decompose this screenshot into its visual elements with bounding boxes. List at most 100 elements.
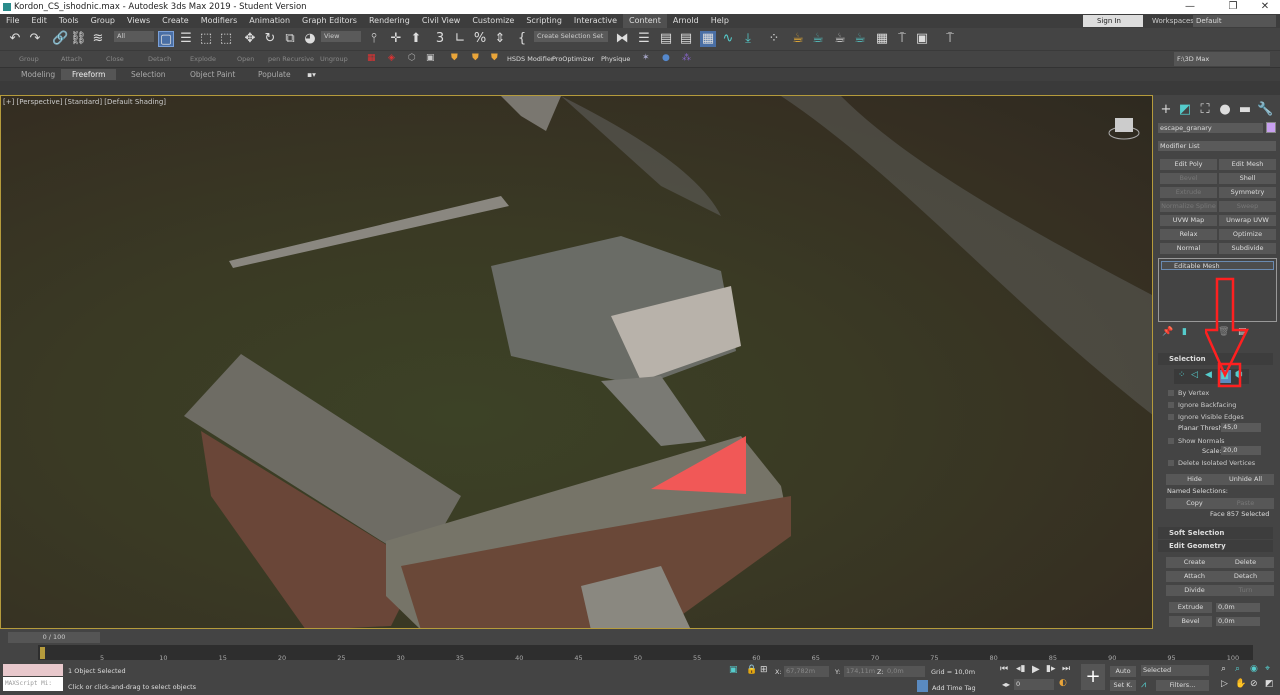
isolate-selection-icon[interactable]: ▣ <box>729 665 738 675</box>
close-button[interactable]: ✕ <box>1250 0 1280 14</box>
sign-in-dropdown[interactable]: Sign In <box>1083 15 1143 27</box>
modifier-button-relax[interactable]: Relax <box>1160 229 1217 240</box>
zoom-all-icon[interactable]: ⌕ <box>1235 664 1240 674</box>
modifier-button-shell[interactable]: Shell <box>1219 173 1276 184</box>
object-color-swatch[interactable] <box>1266 122 1276 133</box>
create-button[interactable]: Create <box>1166 557 1223 568</box>
perspective-viewport[interactable] <box>0 95 1153 629</box>
percent-snap-icon[interactable]: % <box>472 31 488 47</box>
create-tab-icon[interactable]: + <box>1158 102 1174 118</box>
ungroup-button[interactable]: Ungroup <box>320 55 348 63</box>
menu-help[interactable]: Help <box>705 14 735 28</box>
plugin-icon[interactable]: ▣ <box>426 53 435 63</box>
maximize-button[interactable]: ❐ <box>1218 0 1248 14</box>
a360-icon[interactable]: ⍑ <box>942 31 958 47</box>
menu-animation[interactable]: Animation <box>243 14 296 28</box>
menu-customize[interactable]: Customize <box>466 14 520 28</box>
align-icon[interactable]: ☰ <box>636 31 652 47</box>
menu-interactive[interactable]: Interactive <box>568 14 623 28</box>
zoom-extents-icon[interactable]: ◉ <box>1250 664 1258 674</box>
previous-frame-icon[interactable]: ◂▮ <box>1016 664 1025 674</box>
current-frame-field[interactable]: 0 <box>1014 679 1054 690</box>
maxscript-listener[interactable] <box>3 664 63 676</box>
plugin-icon[interactable]: ✶ <box>642 53 650 63</box>
turn-button[interactable]: Turn <box>1217 585 1274 596</box>
menu-views[interactable]: Views <box>121 14 156 28</box>
display-tab-icon[interactable]: ▬ <box>1237 102 1253 118</box>
bind-space-warp-icon[interactable]: ≋ <box>90 31 106 47</box>
delete-isolated-vertices-checkbox[interactable]: Delete Isolated Vertices <box>1168 459 1255 467</box>
menu-tools[interactable]: Tools <box>53 14 85 28</box>
plugin-icon[interactable]: ◈ <box>388 53 395 63</box>
scene-explorer-icon[interactable]: ▤ <box>658 31 674 47</box>
stack-item-editable-mesh[interactable]: Editable Mesh <box>1161 261 1274 270</box>
time-slider-handle[interactable] <box>40 647 45 659</box>
modifier-button-extrude[interactable]: Extrude <box>1160 187 1217 198</box>
normal-scale-spinner[interactable]: 20,0 <box>1221 446 1261 455</box>
modifier-button-symmetry[interactable]: Symmetry <box>1219 187 1276 198</box>
spinner-snap-icon[interactable]: ⇕ <box>492 31 508 47</box>
modifier-button-edit-mesh[interactable]: Edit Mesh <box>1219 159 1276 170</box>
render-frame-icon[interactable]: ☕ <box>832 31 848 47</box>
rotate-icon[interactable]: ↻ <box>262 31 278 47</box>
unhide-all-button[interactable]: Unhide All <box>1217 474 1274 485</box>
edit-geometry-rollout-header[interactable]: Edit Geometry <box>1158 540 1273 552</box>
modifier-button-unwrap-uvw[interactable]: Unwrap UVW <box>1219 215 1276 226</box>
named-selection-set-dropdown[interactable]: Create Selection Set <box>534 31 608 42</box>
hsds-modifier-button[interactable]: HSDS Modifier <box>507 55 554 63</box>
field-of-view-icon[interactable]: ▷ <box>1221 679 1228 689</box>
extrude-spinner[interactable]: 0,0m <box>1216 603 1260 612</box>
render-setup-icon[interactable]: ☕ <box>810 31 826 47</box>
viewcube[interactable] <box>1108 118 1140 140</box>
teapot-icon[interactable]: ⛊ <box>472 53 479 63</box>
time-configuration-icon[interactable]: ◐ <box>1059 678 1067 688</box>
modifier-button-optimize[interactable]: Optimize <box>1219 229 1276 240</box>
globe-icon[interactable]: ● <box>662 53 670 63</box>
rectangular-selection-icon[interactable]: ⬚ <box>198 31 214 47</box>
open-button[interactable]: Open <box>237 55 254 63</box>
hide-button[interactable]: Hide <box>1166 474 1223 485</box>
set-key-button[interactable]: Set K. <box>1110 680 1136 691</box>
modifier-button-normalize-spline[interactable]: Normalize Spline <box>1160 201 1217 212</box>
play-icon[interactable]: ▶ <box>1032 664 1040 675</box>
delete-button[interactable]: Delete <box>1217 557 1274 568</box>
bevel-spinner[interactable]: 0,0m <box>1216 617 1260 626</box>
tab-populate[interactable]: Populate <box>258 70 291 79</box>
absolute-mode-icon[interactable]: ⊞ <box>760 665 768 675</box>
menu-group[interactable]: Group <box>85 14 121 28</box>
modify-tab-icon[interactable]: ◩ <box>1177 102 1193 118</box>
attach-button[interactable]: Attach <box>61 55 82 63</box>
plugin-icon[interactable]: ⁂ <box>682 53 691 63</box>
undo-icon[interactable]: ↶ <box>7 31 23 47</box>
render-icon[interactable]: ☕ <box>852 31 868 47</box>
modifier-button-subdivide[interactable]: Subdivide <box>1219 243 1276 254</box>
menu-edit[interactable]: Edit <box>25 14 53 28</box>
key-filter-dropdown[interactable]: Selected <box>1141 665 1209 676</box>
x-coordinate-field[interactable]: 67,782m <box>784 666 829 677</box>
menu-modifiers[interactable]: Modifiers <box>195 14 244 28</box>
link-icon[interactable]: 🔗 <box>52 31 68 47</box>
bevel-button[interactable]: Bevel <box>1169 616 1212 627</box>
key-mode-icon[interactable]: ◂▸ <box>1002 680 1010 689</box>
mirror-icon[interactable]: ⧓ <box>614 31 630 47</box>
project-folder-dropdown[interactable]: F:\3D Max <box>1174 52 1270 66</box>
physique-button[interactable]: Physique <box>601 55 630 63</box>
ignore-visible-edges-checkbox[interactable]: Ignore Visible Edges <box>1168 413 1244 421</box>
modifier-button-normal[interactable]: Normal <box>1160 243 1217 254</box>
angle-snap-icon[interactable]: ∟ <box>452 31 468 47</box>
ribbon-toggle-icon[interactable]: ▦ <box>700 31 716 47</box>
teapot-icon[interactable]: ⛊ <box>491 53 498 63</box>
object-name-field[interactable]: escape_granary <box>1158 123 1263 133</box>
z-coordinate-field[interactable]: 0,0m <box>885 666 925 677</box>
key-filters-button[interactable]: Filters... <box>1156 680 1209 691</box>
prooptimizer-button[interactable]: ProOptimizer <box>552 55 594 63</box>
extrude-button[interactable]: Extrude <box>1169 602 1212 613</box>
plugin-icon[interactable]: ▦ <box>367 53 376 63</box>
modifier-button-edit-poly[interactable]: Edit Poly <box>1160 159 1217 170</box>
next-frame-icon[interactable]: ▮▸ <box>1046 664 1055 674</box>
modifier-button-sweep[interactable]: Sweep <box>1219 201 1276 212</box>
tab-modeling[interactable]: Modeling <box>21 70 55 79</box>
paste-button[interactable]: Paste <box>1217 498 1274 509</box>
snap-3d-icon[interactable]: 3 <box>432 31 448 47</box>
scale-icon[interactable]: ⧉ <box>282 31 298 47</box>
